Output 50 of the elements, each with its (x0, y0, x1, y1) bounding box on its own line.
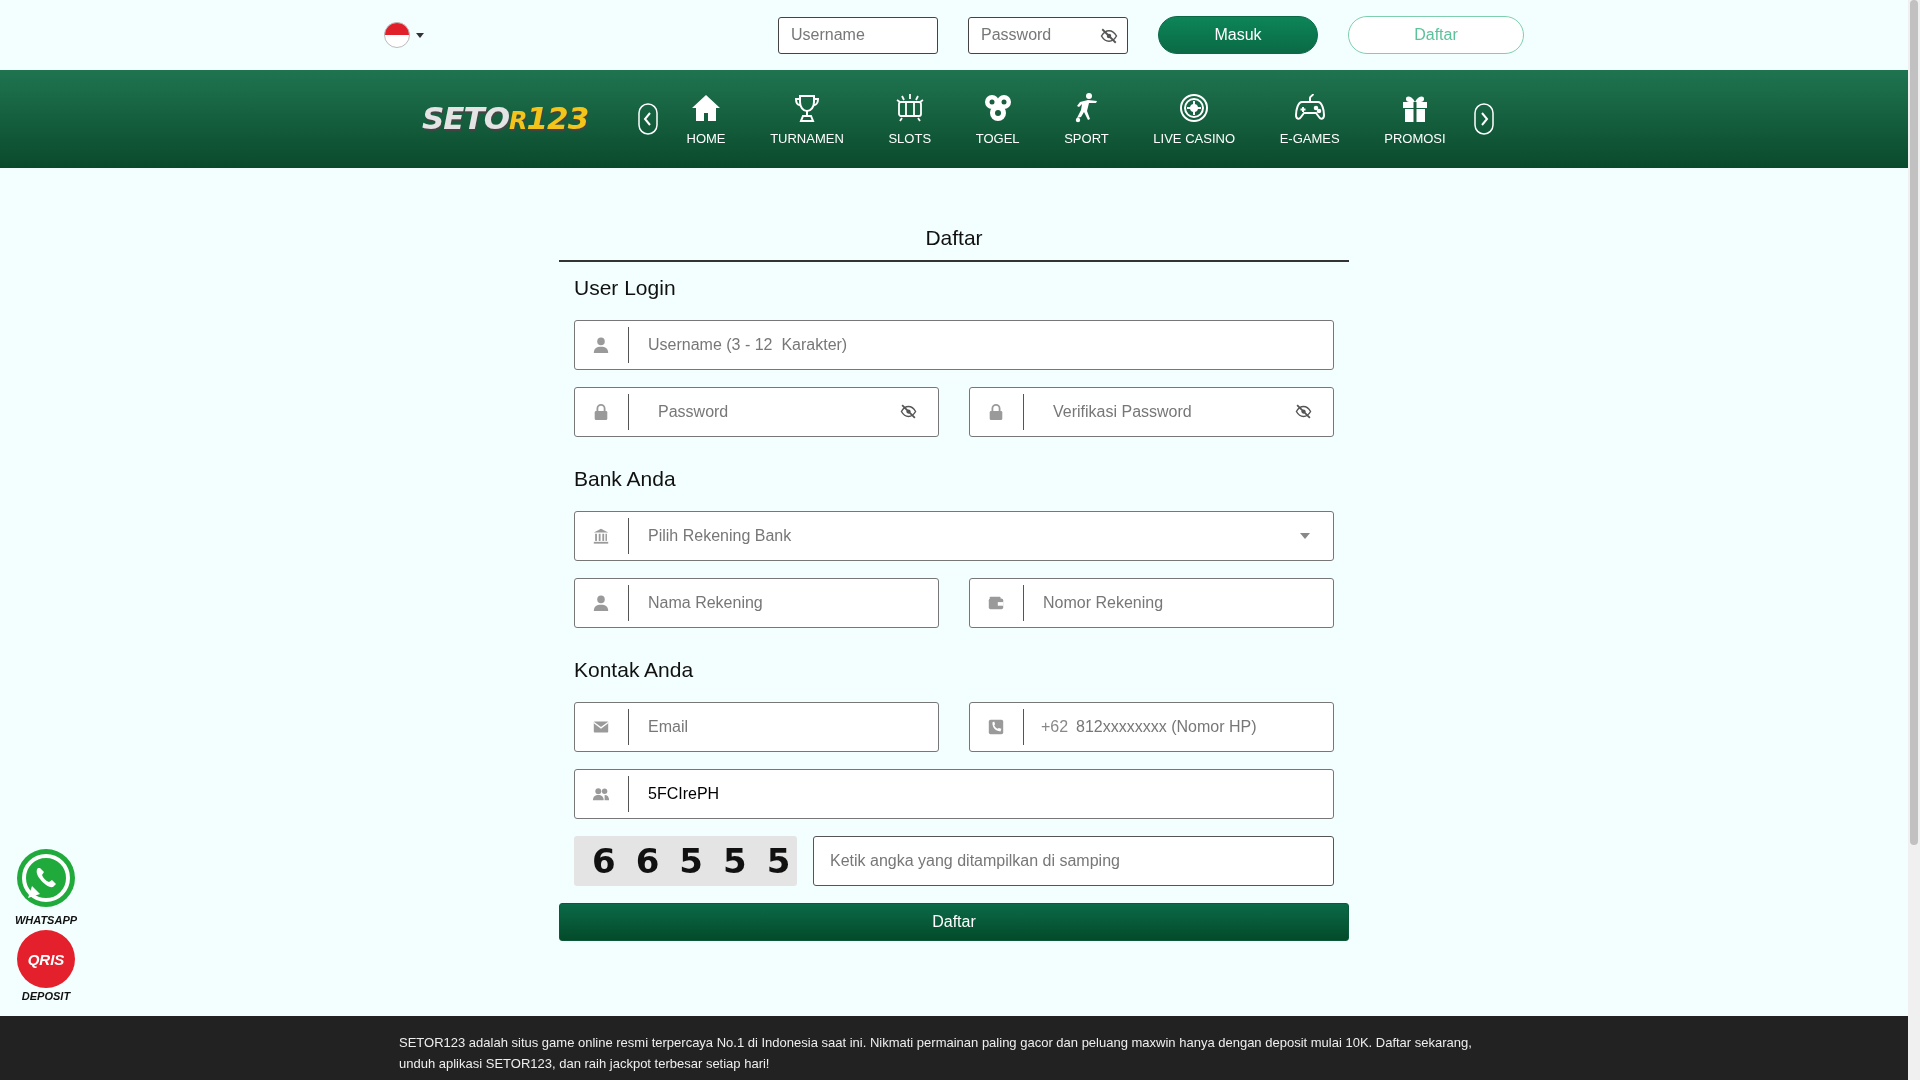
deposit-button[interactable]: QRIS DEPOSIT (8, 930, 84, 1002)
user-icon (592, 594, 610, 612)
roulette-icon (1178, 92, 1211, 124)
qris-badge: QRIS (17, 930, 75, 988)
username-field[interactable]: Username (778, 16, 938, 54)
nav-item[interactable]: TURNAMEN (770, 92, 844, 146)
captcha-field[interactable]: Ketik angka yang ditampilkan di samping (813, 836, 1334, 886)
wallet-icon (987, 594, 1005, 612)
input-field[interactable]: Nama Rekening (574, 578, 939, 628)
nav-item[interactable]: TOGEL (975, 92, 1020, 146)
input-field[interactable]: Nomor Rekening (969, 578, 1334, 628)
floater-label: WHATSAPP (14, 914, 78, 926)
input-field[interactable]: Email (574, 702, 939, 752)
login-button[interactable]: Masuk (1158, 16, 1318, 54)
eye-off-icon[interactable] (1295, 403, 1312, 420)
section-title: Bank Anda (574, 467, 677, 491)
nav-item[interactable]: SPORT (1064, 92, 1109, 146)
section-title: Kontak Anda (574, 658, 695, 682)
lock-icon (592, 403, 610, 421)
chevron-right-icon[interactable] (1474, 103, 1494, 135)
language-selector[interactable] (384, 22, 424, 48)
users-icon (592, 785, 610, 803)
input-field[interactable]: 5FCIrePH (574, 769, 1334, 819)
nav-item[interactable]: HOME (686, 92, 726, 146)
caret-icon (416, 32, 424, 38)
input-field[interactable]: Password (574, 387, 939, 437)
nav-item[interactable]: LIVE CASINO (1153, 92, 1235, 146)
flag-icon (384, 22, 410, 48)
nav-item[interactable]: PROMOSI (1384, 92, 1446, 146)
floater-label: DEPOSIT (21, 990, 71, 1002)
bank-select[interactable]: Pilih Rekening Bank (574, 511, 1334, 561)
lock-icon (987, 403, 1005, 421)
input-field[interactable]: Verifikasi Password (969, 387, 1334, 437)
whatsapp-button[interactable]: WHATSAPP (8, 848, 84, 926)
password-field[interactable]: Password (968, 16, 1128, 54)
nav-item[interactable]: SLOTS (888, 92, 932, 146)
country-code: +62 (1041, 718, 1069, 736)
footer-text: SETOR123 adalah situs game online resmi terpercaya No.1 di Indonesia saat ini. Nikmati permainan paling gacor dan peluang maxwin hanya dengan deposit mulai 10K. Daftar sekarang, unduh aplikasi SETOR123, dan raih jackpot terbesar setiap hari! (399, 1034, 1473, 1073)
bank-icon (592, 527, 610, 545)
input-field[interactable]: Username (3 - 12 Karakter) (574, 320, 1334, 370)
logo[interactable]: SETOR123 (420, 96, 595, 142)
nav-item[interactable]: E-GAMES (1279, 92, 1340, 146)
register-button[interactable]: Daftar (559, 903, 1349, 941)
chevron-left-icon[interactable] (638, 103, 659, 135)
captcha-code: 66555 (574, 836, 797, 886)
eye-off-icon[interactable] (1100, 26, 1118, 45)
section-title: User Login (574, 276, 677, 300)
user-icon (592, 336, 610, 354)
form-title: Daftar (559, 226, 1349, 262)
eye-off-icon[interactable] (900, 403, 917, 420)
